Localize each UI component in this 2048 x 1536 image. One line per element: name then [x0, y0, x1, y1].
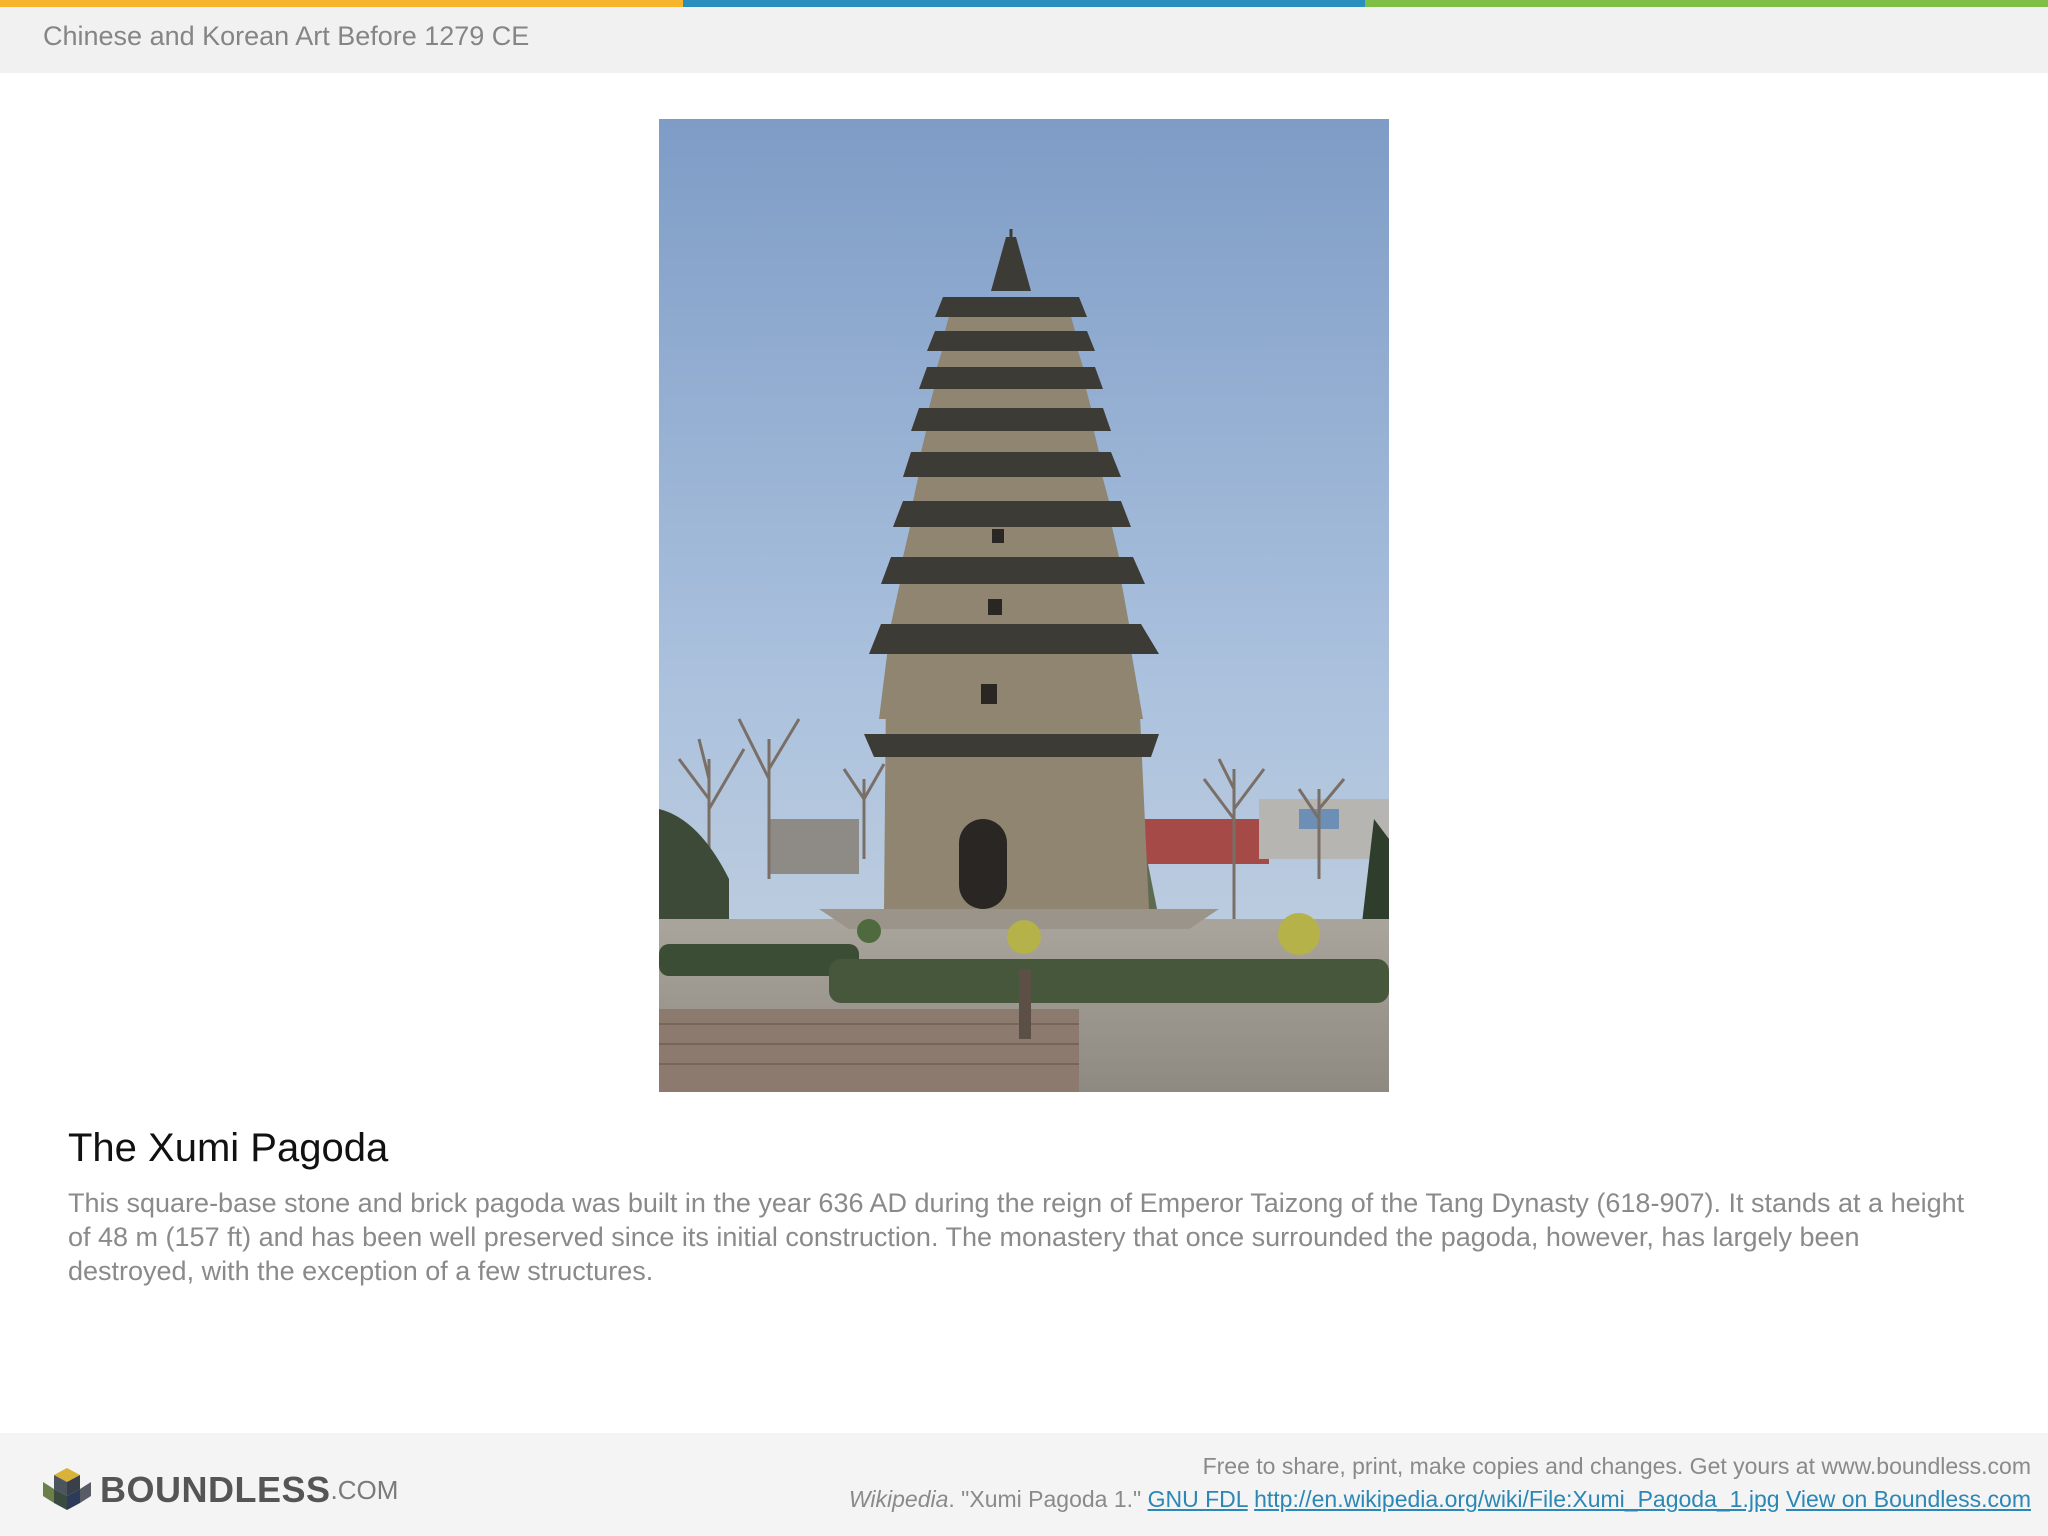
- top-bar-orange: [0, 0, 683, 7]
- top-bar-blue: [682, 0, 1366, 7]
- top-color-bars: [0, 0, 2048, 7]
- header-bar: Chinese and Korean Art Before 1279 CE: [0, 7, 2048, 73]
- pagoda-photo: [659, 119, 1389, 1092]
- footer: BOUNDLESS .COM Free to share, print, make…: [0, 1433, 2048, 1536]
- logo-wordmark: BOUNDLESS: [100, 1469, 331, 1510]
- caption-title: The Xumi Pagoda: [68, 1126, 389, 1170]
- share-notice: Free to share, print, make copies and ch…: [1202, 1453, 2031, 1479]
- cube-logo-icon: [43, 1468, 91, 1510]
- license-link[interactable]: GNU FDL: [1148, 1486, 1248, 1512]
- boundless-logo[interactable]: BOUNDLESS .COM: [42, 1465, 398, 1515]
- caption-text: This square-base stone and brick pagoda …: [68, 1188, 1965, 1286]
- source-name: Wikipedia: [848, 1486, 949, 1512]
- attribution-line: Wikipedia. "Xumi Pagoda 1." GNU FDL http…: [849, 1486, 2031, 1513]
- page-title: Chinese and Korean Art Before 1279 CE: [43, 21, 530, 51]
- source-url-link[interactable]: http://en.wikipedia.org/wiki/File:Xumi_P…: [1254, 1486, 1779, 1512]
- top-bar-green: [1365, 0, 2048, 7]
- logo-suffix: .COM: [330, 1474, 399, 1505]
- source-title: "Xumi Pagoda 1.": [954, 1486, 1148, 1512]
- view-on-boundless-link[interactable]: View on Boundless.com: [1786, 1486, 2031, 1512]
